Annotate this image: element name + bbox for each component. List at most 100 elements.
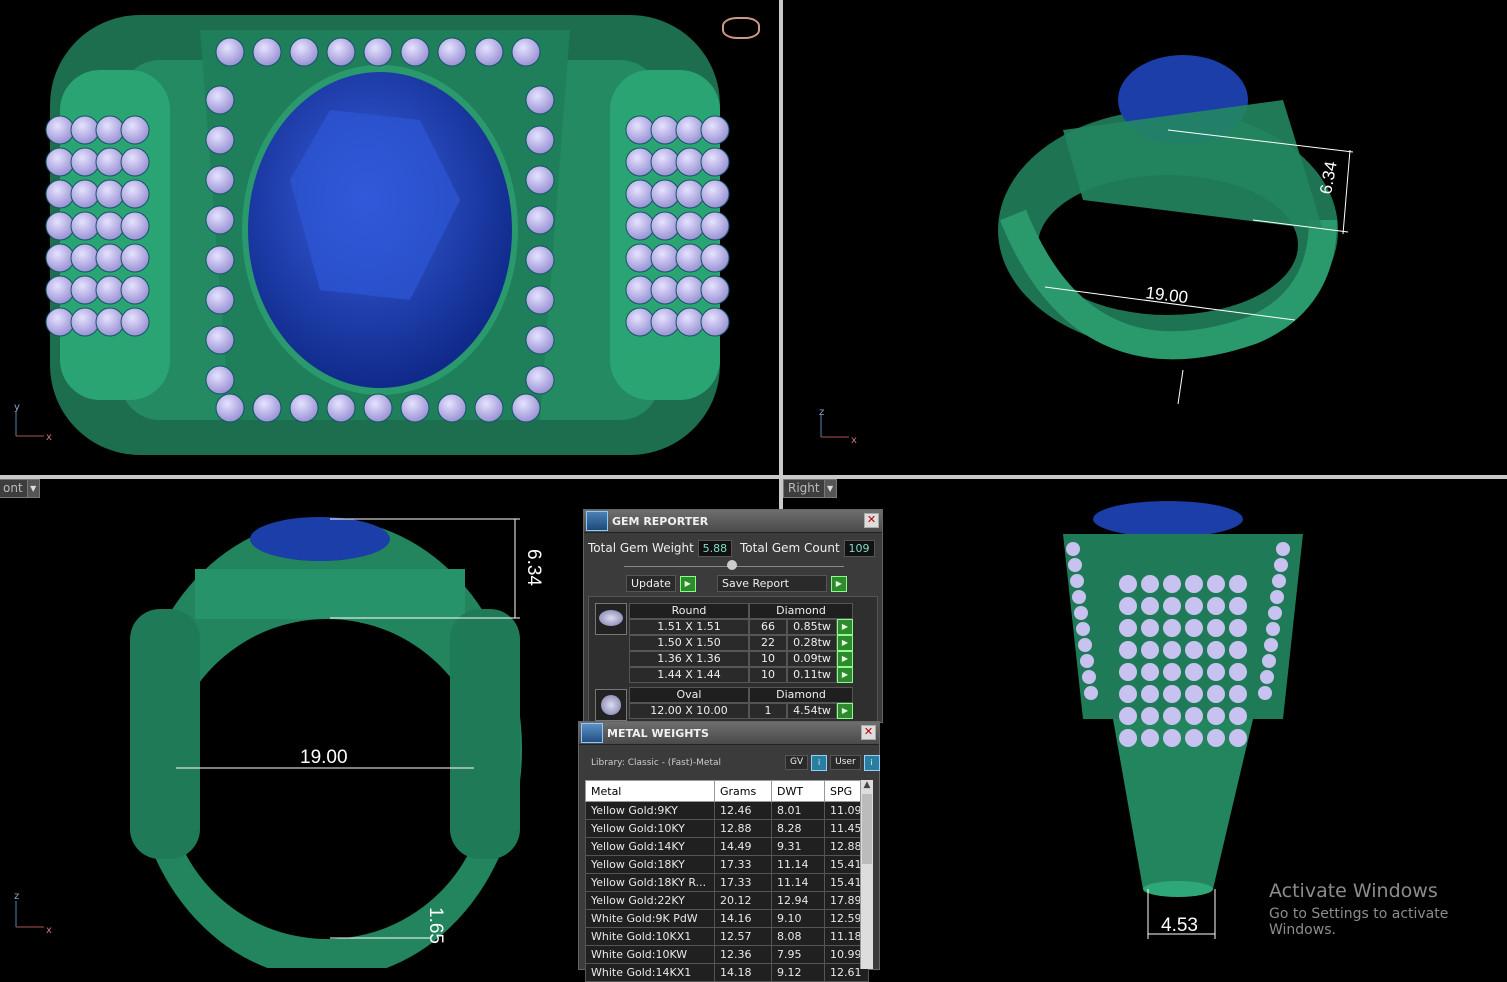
svg-text:x: x [46, 432, 52, 443]
total-gem-count-label: Total Gem Count [740, 541, 840, 555]
column-header[interactable]: Metal [585, 780, 715, 802]
total-gem-weight-value: 5.88 [697, 540, 733, 557]
close-icon[interactable]: ✕ [864, 513, 879, 528]
viewport-label-right[interactable]: Right ▼ [783, 479, 837, 498]
svg-text:6.34: 6.34 [523, 549, 544, 586]
table-cell: 14.49 [714, 837, 772, 856]
table-cell: 11.14 [771, 873, 825, 892]
table-row[interactable]: Yellow Gold:18KY R... 17.33 11.14 15.41 [585, 873, 869, 892]
metal-weights-icon [581, 723, 603, 743]
table-row[interactable]: Yellow Gold:14KY 14.49 9.31 12.88 [585, 837, 869, 856]
ring-perspective-view: 6.34 19.00 [998, 55, 1354, 405]
table-row[interactable]: Yellow Gold:10KY 12.88 8.28 11.45 [585, 819, 869, 838]
row-go-icon[interactable]: ▶ [837, 667, 853, 683]
axis-indicator: z x [819, 407, 857, 446]
total-gem-weight-label: Total Gem Weight [588, 541, 694, 555]
scroll-up-icon[interactable]: ▲ [861, 780, 873, 790]
gem-row[interactable]: 1.50 X 1.50 22 0.28tw ▶ [629, 635, 853, 651]
row-go-icon[interactable]: ▶ [837, 703, 853, 719]
save-report-go-icon[interactable]: ▶ [830, 575, 847, 592]
svg-text:x: x [46, 925, 52, 935]
table-cell: 7.95 [771, 945, 825, 964]
gem-list: Round Diamond 1.51 X 1.51 66 0.85tw ▶ 1.… [588, 596, 878, 722]
row-go-icon[interactable]: ▶ [837, 635, 853, 651]
table-row[interactable]: Yellow Gold:18KY 17.33 11.14 15.41 [585, 855, 869, 874]
table-cell: 8.08 [771, 927, 825, 946]
table-row[interactable]: Yellow Gold:9KY 12.46 8.01 11.09 [585, 801, 869, 820]
table-cell: 12.46 [714, 801, 772, 820]
svg-text:1.65: 1.65 [425, 907, 446, 944]
svg-text:y: y [14, 402, 20, 413]
splitter-handle-icon[interactable] [727, 560, 737, 570]
viewport-divider-horizontal[interactable] [0, 475, 1507, 479]
update-go-icon[interactable]: ▶ [679, 575, 696, 592]
chevron-down-icon[interactable]: ▼ [823, 480, 836, 497]
table-cell: 12.36 [714, 945, 772, 964]
table-cell: 17.33 [714, 855, 772, 874]
metal-weights-panel: METAL WEIGHTS ✕ Library: Classic - (Fast… [578, 721, 880, 982]
table-scrollbar[interactable]: ▲ [860, 780, 873, 969]
gem-row[interactable]: 12.00 X 10.00 1 4.54tw ▶ [629, 703, 853, 719]
gem-row[interactable]: 1.36 X 1.36 10 0.09tw ▶ [629, 651, 853, 667]
table-row[interactable]: White Gold:10KW 12.36 7.95 10.99 [585, 945, 869, 964]
table-cell: 12.94 [771, 891, 825, 910]
table-cell: 8.01 [771, 801, 825, 820]
gem-row[interactable]: 1.44 X 1.44 10 0.11tw ▶ [629, 667, 853, 683]
close-icon[interactable]: ✕ [861, 725, 876, 740]
viewport-label-front[interactable]: ont ▼ [0, 479, 40, 498]
table-cell: 9.31 [771, 837, 825, 856]
table-cell: 9.10 [771, 909, 825, 928]
user-info-icon[interactable]: i [863, 755, 880, 771]
table-cell: 12.57 [714, 927, 772, 946]
metal-weights-table: Metal Grams DWT SPG Yellow Gold:9KY 12.46… [585, 780, 869, 982]
table-cell: Yellow Gold:14KY [585, 837, 715, 856]
table-cell: 12.88 [714, 819, 772, 838]
panel-title: METAL WEIGHTS [607, 726, 709, 740]
group-header-round: Round Diamond [629, 603, 853, 619]
table-row[interactable]: White Gold:14KX1 14.18 9.12 12.61 [585, 963, 869, 982]
metal-weights-titlebar[interactable]: METAL WEIGHTS ✕ [579, 722, 879, 745]
activate-windows-subtitle: Go to Settings to activate Windows. [1269, 906, 1449, 938]
gem-reporter-titlebar[interactable]: GEM REPORTER ✕ [584, 510, 882, 533]
table-cell: White Gold:10KX1 [585, 927, 715, 946]
activate-windows-title: Activate Windows [1269, 880, 1438, 902]
update-button[interactable]: Update [626, 575, 676, 592]
table-cell: Yellow Gold:18KY R... [585, 873, 715, 892]
table-cell: Yellow Gold:10KY [585, 819, 715, 838]
chevron-down-icon[interactable]: ▼ [26, 480, 39, 497]
column-header[interactable]: DWT [771, 780, 825, 802]
table-cell: White Gold:9K PdW [585, 909, 715, 928]
table-cell: Yellow Gold:9KY [585, 801, 715, 820]
table-row[interactable]: Yellow Gold:22KY 20.12 12.94 17.89 [585, 891, 869, 910]
table-cell: 9.12 [771, 963, 825, 982]
svg-text:z: z [819, 407, 824, 418]
scroll-thumb[interactable] [862, 794, 872, 864]
table-cell: White Gold:10KW [585, 945, 715, 964]
total-gem-count-value: 109 [843, 540, 875, 557]
viewport-top[interactable]: y x [0, 0, 779, 475]
view-cube-icon[interactable] [722, 17, 760, 39]
column-header[interactable]: Grams [714, 780, 772, 802]
table-row[interactable]: White Gold:10KX1 12.57 8.08 11.18 [585, 927, 869, 946]
axis-indicator: y x [14, 402, 52, 443]
svg-text:z: z [14, 891, 19, 902]
table-cell: 11.14 [771, 855, 825, 874]
table-row[interactable]: White Gold:9K PdW 14.16 9.10 12.59 [585, 909, 869, 928]
gv-info-icon[interactable]: i [811, 755, 828, 771]
save-report-button[interactable]: Save Report [717, 575, 827, 592]
row-go-icon[interactable]: ▶ [837, 651, 853, 667]
gem-reporter-panel: GEM REPORTER ✕ Total Gem Weight 5.88 Tot… [583, 509, 883, 723]
table-cell: Yellow Gold:18KY [585, 855, 715, 874]
svg-text:4.53: 4.53 [1161, 915, 1198, 936]
gem-row[interactable]: 1.51 X 1.51 66 0.85tw ▶ [629, 619, 853, 635]
table-cell: 14.16 [714, 909, 772, 928]
row-go-icon[interactable]: ▶ [837, 619, 853, 635]
user-toggle[interactable]: User [830, 755, 861, 770]
table-cell: 8.28 [771, 819, 825, 838]
svg-text:19.00: 19.00 [300, 747, 348, 768]
round-gem-icon [595, 603, 627, 635]
group-header-oval: Oval Diamond [629, 687, 853, 703]
viewport-perspective[interactable]: 6.34 19.00 z x [783, 0, 1507, 475]
table-cell: 14.18 [714, 963, 772, 982]
gv-toggle[interactable]: GV [785, 755, 809, 770]
